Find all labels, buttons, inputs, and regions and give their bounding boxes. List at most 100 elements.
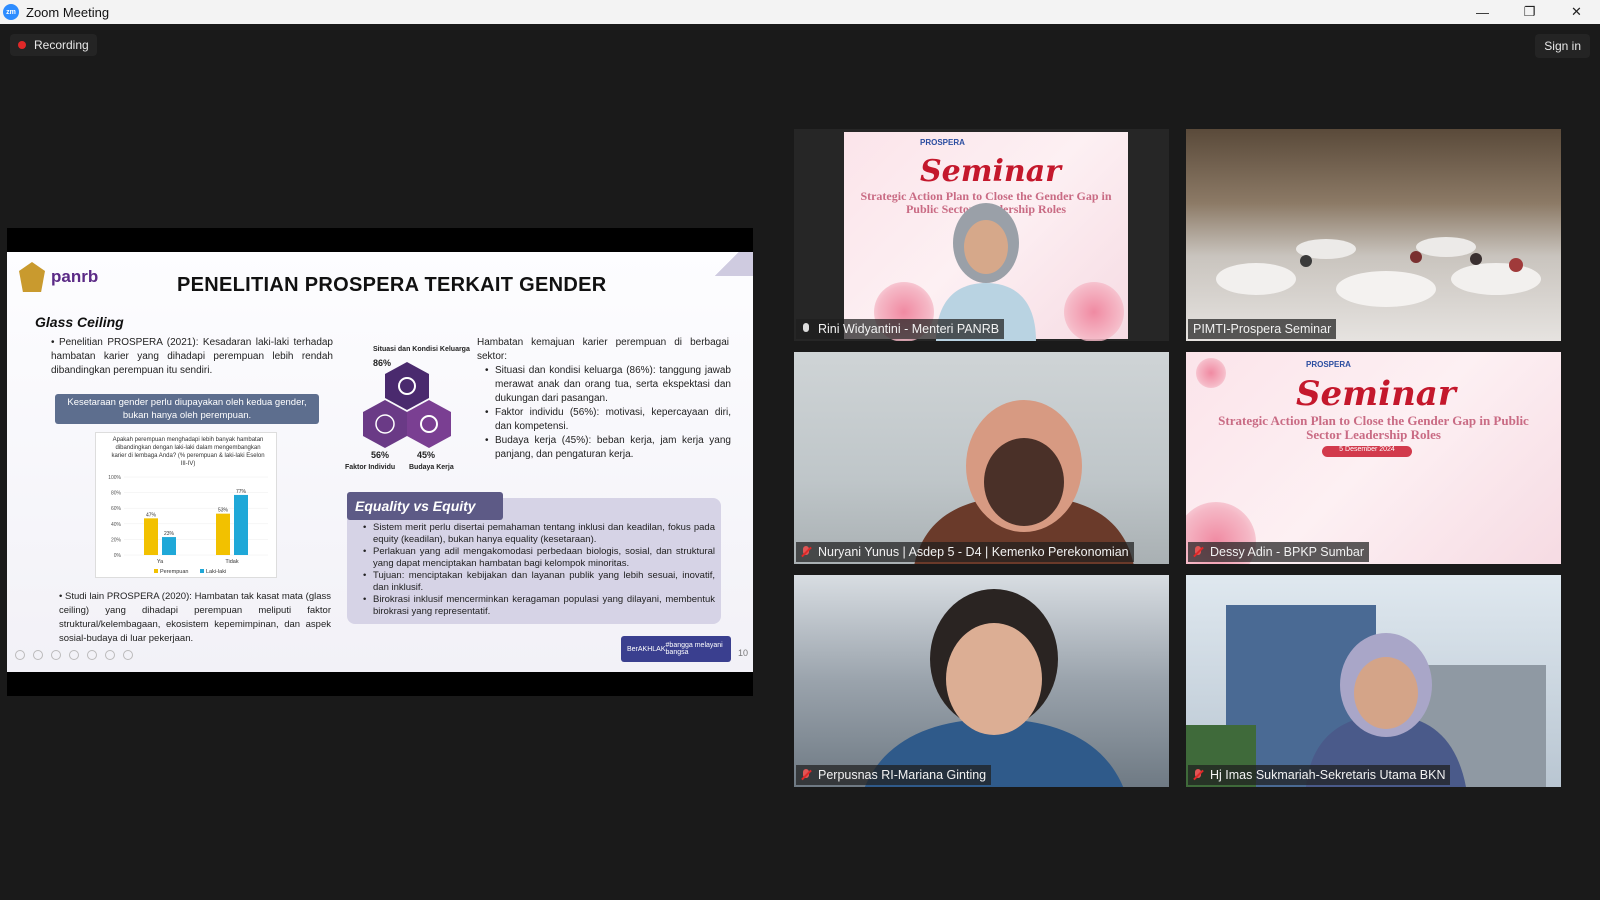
close-button[interactable]: ✕: [1553, 0, 1600, 24]
slide-page-number: 10: [738, 648, 749, 658]
window-title: Zoom Meeting: [26, 4, 110, 20]
chart-y-tick: 40%: [111, 522, 122, 528]
gender-callout-box: Kesetaraan gender perlu diupayakan oleh …: [55, 394, 319, 424]
mic-muted-icon: [801, 546, 811, 558]
participant-name: Rini Widyantini - Menteri PANRB: [818, 322, 1000, 336]
seminar-partner-logos: PROSPERA: [1306, 360, 1351, 369]
hex-family-icon: [385, 362, 429, 410]
equity-item: Sistem merit perlu disertai pemahaman te…: [363, 522, 715, 546]
chart-bar: [234, 494, 248, 555]
hex-culture-icon: [407, 400, 451, 448]
window-controls: — ❐ ✕: [1459, 0, 1600, 24]
slides-icon[interactable]: [69, 650, 79, 660]
recording-dot-icon: [18, 41, 26, 49]
hex-top-label: Situasi dan Kondisi Keluarga: [373, 346, 470, 353]
barriers-list: Situasi dan kondisi keluarga (86%): tang…: [485, 364, 731, 462]
chart-y-tick: 0%: [114, 553, 122, 559]
participant-name-tag: Hj Imas Sukmariah-Sekretaris Utama BKN: [1188, 765, 1451, 785]
panrb-logo-text: panrb: [51, 267, 99, 286]
bullet-prospera-2021: • Penelitian PROSPERA (2021): Kesadaran …: [51, 337, 333, 376]
mic-muted-icon: [801, 769, 811, 781]
slide-corner-decoration: [713, 252, 753, 276]
participant-name-tag: Perpusnas RI-Mariana Ginting: [796, 765, 992, 785]
participant-name: PIMTI-Prospera Seminar: [1193, 322, 1332, 336]
barrier-item: Budaya kerja (45%): beban kerja, jam ker…: [485, 434, 731, 462]
equity-item: Tujuan: menciptakan kebijakan dan layana…: [363, 570, 715, 594]
participant-tile-2[interactable]: PIMTI-Prospera Seminar: [1186, 129, 1561, 341]
barrier-item: Faktor individu (56%): motivasi, keperca…: [485, 406, 731, 434]
chart-y-tick: 20%: [111, 537, 122, 543]
pen-icon[interactable]: [51, 650, 61, 660]
seminar-partner-logos: PROSPERA: [920, 138, 965, 147]
hex-left-percent: 56%: [371, 450, 390, 460]
bullet-prospera-2020: • Studi lain PROSPERA (2020): Hambatan t…: [59, 591, 331, 644]
chart-x-tick: Tidak: [225, 559, 238, 565]
equity-item: Birokrasi inklusif mencerminkan keragama…: [363, 594, 715, 618]
chart-y-tick: 80%: [111, 491, 122, 497]
recording-label: Recording: [34, 38, 89, 52]
seminar-subtitle: Strategic Action Plan to Close the Gende…: [1218, 413, 1529, 442]
participant-tile-5[interactable]: Perpusnas RI-Mariana Ginting: [794, 575, 1169, 787]
title-bar: zm Zoom Meeting — ❐ ✕: [0, 0, 1600, 24]
participant-tile-6[interactable]: Hj Imas Sukmariah-Sekretaris Utama BKN: [1186, 575, 1561, 787]
pointer-icon[interactable]: [33, 650, 43, 660]
participant-tile-1[interactable]: PROSPERA Seminar Strategic Action Plan t…: [794, 129, 1169, 341]
chart-value-label: 47%: [146, 512, 157, 518]
participant-tile-3[interactable]: Nuryani Yunus | Asdep 5 - D4 | Kemenko P…: [794, 352, 1169, 564]
mic-muted-icon: [1193, 769, 1203, 781]
equity-heading: Equality vs Equity: [347, 492, 503, 520]
berakhlak-footer-logo: BerAKHLAK #bangga melayani bangsa: [621, 636, 731, 662]
participant-name-tag: Dessy Adin - BPKP Sumbar: [1188, 542, 1370, 562]
sign-in-button[interactable]: Sign in: [1535, 34, 1590, 58]
zoom-icon[interactable]: [87, 650, 97, 660]
slide-title: PENELITIAN PROSPERA TERKAIT GENDER: [177, 274, 607, 296]
barriers-intro: Hambatan kemajuan karier perempuan di be…: [477, 337, 729, 362]
hex-right-label: Budaya Kerja: [409, 464, 454, 471]
mic-muted-icon: [1193, 546, 1203, 558]
bar-chart: 0% 20% 40% 60% 80% 100% 47% 23% Ya 53% 77% Tidak Per…: [108, 475, 268, 575]
equity-item: Perlakuan yang adil mengakomodasi perbed…: [363, 546, 715, 570]
chart-bar: [216, 513, 230, 555]
seminar-background: PROSPERA Seminar Strategic Action Plan t…: [1186, 352, 1561, 564]
footer-hashtag: #bangga melayani bangsa: [665, 642, 723, 656]
seminar-date: 5 Desember 2024: [1322, 446, 1412, 457]
participant-name-tag: PIMTI-Prospera Seminar: [1188, 319, 1337, 339]
hex-left-label: Faktor Individu: [345, 464, 396, 471]
barrier-item: Situasi dan kondisi keluarga (86%): tang…: [485, 364, 731, 406]
meeting-top-strip: Recording Sign in: [0, 24, 1600, 64]
chart-y-tick: 60%: [111, 506, 122, 512]
recording-indicator[interactable]: Recording: [10, 34, 97, 56]
participant-name: Nuryani Yunus | Asdep 5 - D4 | Kemenko P…: [818, 545, 1129, 559]
chart-value-label: 53%: [218, 508, 229, 514]
zoom-logo-icon: zm: [3, 4, 19, 20]
bar-chart-panel: Apakah perempuan menghadapi lebih banyak…: [95, 432, 277, 578]
footer-berakhlak: BerAKHLAK: [627, 645, 666, 653]
chart-bar: [162, 537, 176, 555]
more-options-icon[interactable]: [123, 650, 133, 660]
subtitles-icon[interactable]: [105, 650, 115, 660]
chart-bar: [144, 518, 158, 555]
chart-x-tick: Ya: [157, 559, 164, 565]
participant-name: Hj Imas Sukmariah-Sekretaris Utama BKN: [1210, 768, 1446, 782]
equity-list: Sistem merit perlu disertai pemahaman te…: [363, 522, 715, 618]
hex-individual-icon: [363, 400, 407, 448]
shared-screen: panrb PENELITIAN PROSPERA TERKAIT GENDER…: [7, 228, 753, 696]
panrb-logo: panrb: [19, 262, 98, 292]
prev-slide-icon[interactable]: [15, 650, 25, 660]
chart-legend-label: Laki-laki: [206, 569, 226, 575]
participant-tile-4[interactable]: PROSPERA Seminar Strategic Action Plan t…: [1186, 352, 1561, 564]
chart-legend-swatch: [154, 569, 158, 573]
slideshow-toolbar: [15, 650, 133, 660]
section-heading-glass-ceiling: Glass Ceiling: [35, 314, 124, 330]
hexagon-infographic: [363, 362, 451, 448]
restore-button[interactable]: ❐: [1506, 0, 1553, 24]
participant-name: Dessy Adin - BPKP Sumbar: [1210, 545, 1365, 559]
presentation-slide: panrb PENELITIAN PROSPERA TERKAIT GENDER…: [7, 252, 753, 672]
participant-name-tag: Nuryani Yunus | Asdep 5 - D4 | Kemenko P…: [796, 542, 1134, 562]
hex-right-percent: 45%: [417, 450, 436, 460]
seminar-word: Seminar: [1296, 374, 1456, 414]
participant-name-tag: Rini Widyantini - Menteri PANRB: [796, 319, 1005, 339]
chart-value-label: 23%: [164, 531, 175, 537]
participant-name: Perpusnas RI-Mariana Ginting: [818, 768, 987, 782]
minimize-button[interactable]: —: [1459, 0, 1506, 24]
